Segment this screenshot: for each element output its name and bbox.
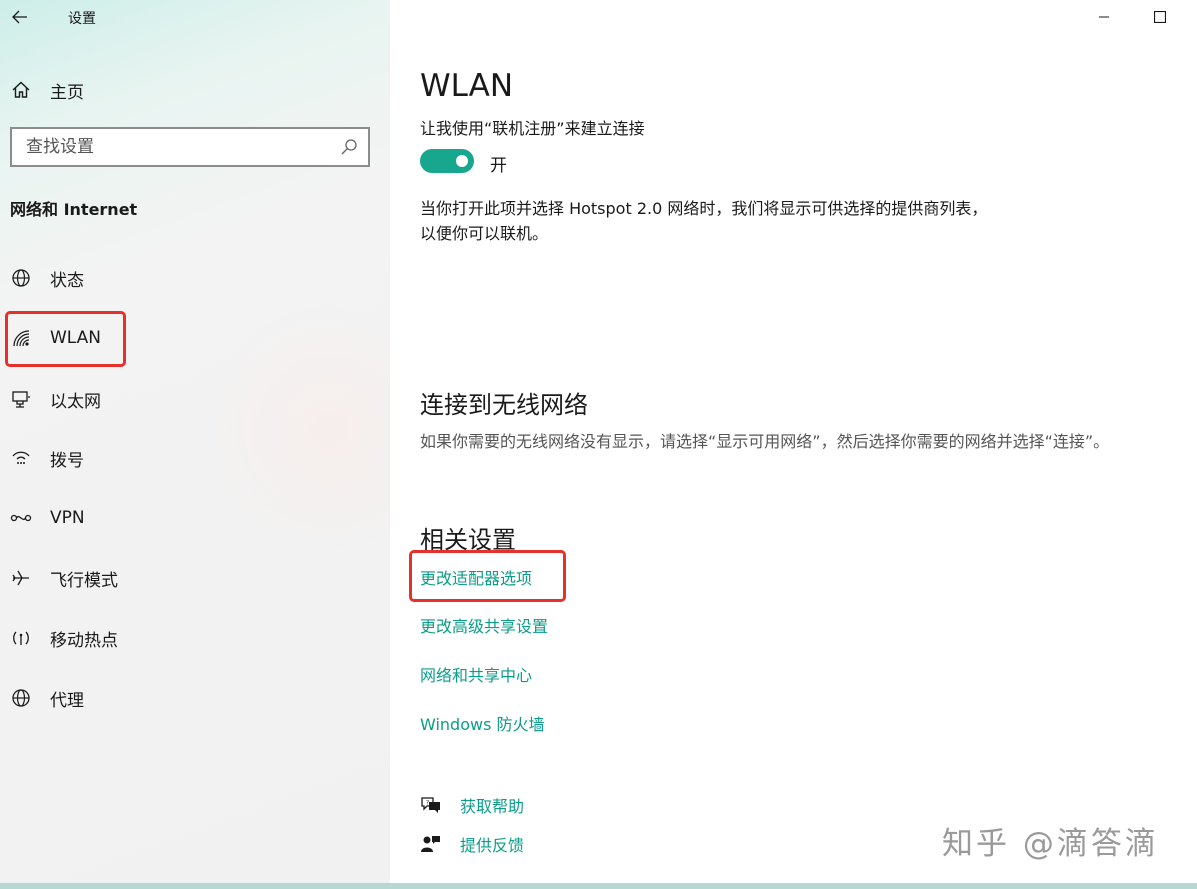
- toggle-knob: [456, 155, 468, 167]
- get-help-label: 获取帮助: [460, 797, 525, 816]
- sidebar-item-label: WLAN: [50, 328, 102, 348]
- hotspot-description: 当你打开此项并选择 Hotspot 2.0 网络时，我们将显示可供选择的提供商列…: [420, 199, 988, 243]
- globe-icon: [10, 267, 32, 289]
- connect-section-title: 连接到无线网络: [420, 391, 588, 419]
- sidebar-item-label: 飞行模式: [50, 570, 118, 591]
- proxy-globe-icon: [10, 687, 32, 709]
- page-title: WLAN: [420, 68, 514, 104]
- related-settings-title: 相关设置: [420, 526, 516, 554]
- dialup-icon: [10, 447, 32, 469]
- maximize-icon: [1154, 11, 1166, 23]
- ethernet-icon: [10, 388, 32, 410]
- wifi-icon: [10, 327, 32, 349]
- sidebar-item-label: 状态: [50, 270, 84, 291]
- sidebar-item-ethernet[interactable]: 以太网: [0, 377, 390, 421]
- sidebar-item-label: 移动热点: [50, 630, 118, 651]
- vpn-icon: [10, 507, 32, 529]
- feedback-link[interactable]: 提供反馈: [420, 830, 524, 858]
- toggle-state-label: 开: [490, 156, 507, 176]
- sidebar-item-proxy[interactable]: 代理: [0, 676, 390, 720]
- sidebar-item-vpn[interactable]: VPN: [0, 496, 390, 540]
- search-input[interactable]: [12, 137, 332, 157]
- home-icon: [10, 79, 32, 101]
- sidebar-item-dialup[interactable]: 拨号: [0, 436, 390, 480]
- app-title: 设置: [68, 11, 96, 27]
- get-help-link[interactable]: ? 获取帮助: [420, 791, 524, 819]
- maximize-button[interactable]: [1137, 0, 1183, 34]
- hotspot-setting-label: 让我使用“联机注册”来建立连接: [420, 119, 645, 138]
- airplane-icon: [10, 567, 32, 589]
- sidebar-item-label: 代理: [50, 690, 84, 711]
- search-icon[interactable]: [340, 138, 358, 156]
- link-change-adapter-options[interactable]: 更改适配器选项: [420, 565, 532, 589]
- sidebar-item-status[interactable]: 状态: [0, 256, 390, 300]
- link-network-sharing-center[interactable]: 网络和共享中心: [420, 662, 532, 686]
- watermark: 知乎 @滴答滴: [942, 826, 1159, 862]
- back-button[interactable]: [6, 4, 34, 30]
- sidebar-item-airplane-mode[interactable]: 飞行模式: [0, 556, 390, 600]
- section-title: 网络和 Internet: [10, 200, 138, 219]
- main-content: WLAN 让我使用“联机注册”来建立连接 开 当你打开此项并选择 Hotspot…: [390, 0, 1197, 889]
- link-windows-firewall[interactable]: Windows 防火墙: [420, 711, 545, 735]
- minimize-button[interactable]: [1081, 0, 1127, 34]
- sidebar: 设置 主页 网络和 Internet 状态: [0, 0, 390, 889]
- sidebar-item-home[interactable]: 主页: [0, 70, 390, 110]
- sidebar-item-label: 以太网: [50, 391, 101, 412]
- svg-text:?: ?: [426, 800, 429, 807]
- feedback-person-icon: [420, 833, 442, 855]
- sidebar-item-label: 拨号: [50, 450, 84, 471]
- sidebar-item-wlan[interactable]: WLAN: [0, 316, 390, 360]
- search-box: [10, 127, 370, 167]
- bottom-edge-bar: [0, 883, 1197, 889]
- sidebar-item-label: 主页: [50, 82, 84, 103]
- connect-description: 如果你需要的无线网络没有显示，请选择“显示可用网络”，然后选择你需要的网络并选择…: [420, 432, 1110, 451]
- feedback-label: 提供反馈: [460, 836, 525, 855]
- help-chat-icon: ?: [420, 794, 442, 816]
- minimize-icon: [1099, 16, 1109, 18]
- hotspot-icon: [10, 627, 32, 649]
- hotspot-toggle[interactable]: [420, 149, 474, 173]
- link-advanced-sharing-settings[interactable]: 更改高级共享设置: [420, 613, 548, 637]
- sidebar-item-label: VPN: [50, 508, 85, 528]
- sidebar-item-mobile-hotspot[interactable]: 移动热点: [0, 616, 390, 660]
- back-arrow-icon: [12, 10, 27, 24]
